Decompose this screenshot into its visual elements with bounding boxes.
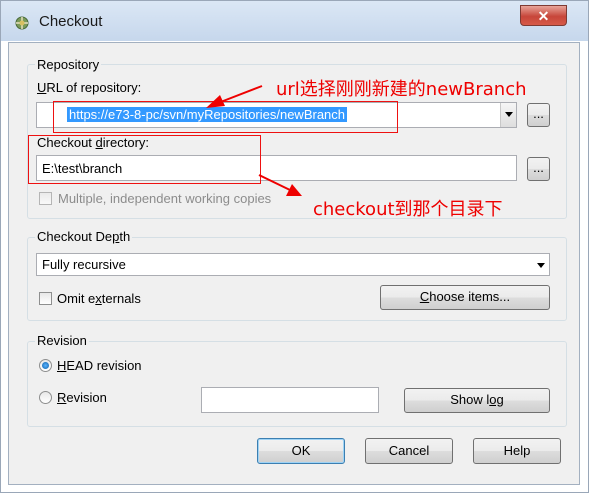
help-button[interactable]: Help bbox=[473, 438, 561, 464]
revision-label: Revision bbox=[57, 390, 107, 405]
chevron-down-icon[interactable] bbox=[500, 103, 516, 127]
tortoise-icon bbox=[15, 16, 29, 30]
close-icon: ✕ bbox=[537, 8, 550, 24]
revision-input[interactable] bbox=[201, 387, 379, 413]
ok-button[interactable]: OK bbox=[257, 438, 345, 464]
close-button[interactable]: ✕ bbox=[520, 5, 567, 26]
repository-group-label: Repository bbox=[35, 57, 102, 72]
checkout-depth-value: Fully recursive bbox=[42, 257, 126, 272]
choose-items-button[interactable]: Choose items... bbox=[380, 285, 550, 310]
url-annotation: url选择刚刚新建的newBranch bbox=[276, 79, 527, 100]
checkout-depth-select[interactable]: Fully recursive bbox=[36, 253, 550, 276]
url-label: URL of repository: bbox=[37, 80, 142, 95]
directory-highlight-box bbox=[28, 135, 261, 184]
revision-group-label: Revision bbox=[35, 333, 89, 348]
revision-radio[interactable] bbox=[39, 391, 52, 404]
window-title: Checkout bbox=[39, 13, 103, 30]
url-highlight-box bbox=[53, 101, 398, 133]
head-revision-radio[interactable] bbox=[39, 359, 52, 372]
chevron-down-icon[interactable] bbox=[533, 254, 549, 275]
revision-group bbox=[27, 341, 567, 427]
head-revision-label: HEAD revision bbox=[57, 358, 142, 373]
cancel-button[interactable]: Cancel bbox=[365, 438, 453, 464]
multiple-copies-label: Multiple, independent working copies bbox=[58, 191, 272, 206]
url-browse-button[interactable]: ... bbox=[527, 103, 550, 127]
omit-externals-checkbox[interactable] bbox=[39, 292, 52, 305]
directory-browse-button[interactable]: ... bbox=[527, 157, 550, 181]
checkout-depth-label: Checkout Depth bbox=[35, 229, 133, 244]
directory-annotation: checkout到那个目录下 bbox=[313, 199, 503, 220]
show-log-button[interactable]: Show log bbox=[404, 388, 550, 413]
title-bar[interactable]: Checkout ✕ bbox=[1, 1, 588, 41]
multiple-copies-checkbox[interactable] bbox=[39, 192, 52, 205]
omit-externals-label: Omit externals bbox=[57, 291, 141, 306]
